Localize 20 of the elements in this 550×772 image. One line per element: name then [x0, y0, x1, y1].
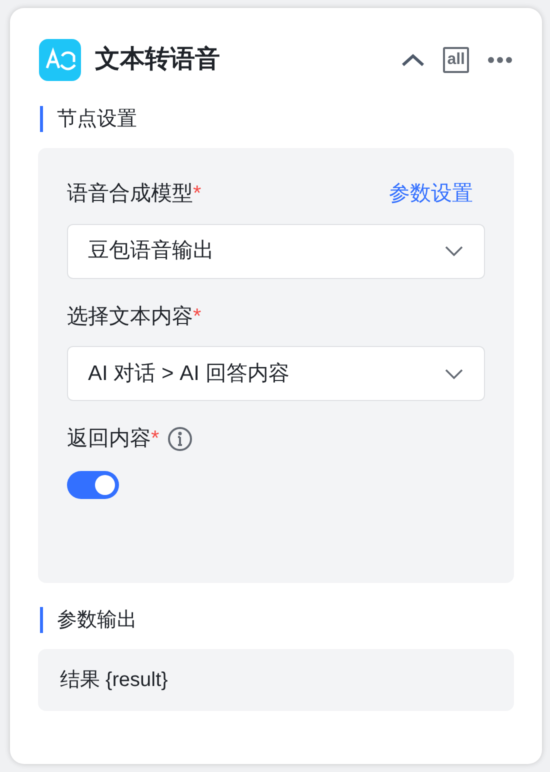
toggle-switch[interactable]	[67, 470, 119, 498]
chevron-down-icon	[444, 245, 464, 257]
output-item: 结果 {result}	[38, 649, 514, 711]
all-toggle[interactable]: all	[443, 47, 469, 73]
logo-icon	[39, 39, 81, 81]
required-asterisk: *	[193, 181, 202, 207]
chevron-down-icon	[444, 368, 464, 380]
field-label: 语音合成模型	[67, 181, 193, 207]
settings-link[interactable]: 参数设置	[389, 178, 473, 210]
select-field[interactable]: 豆包语音输出	[67, 224, 485, 278]
collapse-icon[interactable]	[401, 53, 426, 67]
field-label: 返回内容	[67, 426, 151, 452]
section-heading: 节点设置	[57, 107, 137, 132]
node-title: 文本转语音	[95, 44, 220, 76]
section-heading: 参数输出	[57, 608, 137, 633]
required-asterisk: *	[151, 426, 160, 452]
required-asterisk: *	[193, 304, 202, 330]
field-label: 选择文本内容	[67, 304, 193, 330]
more-icon[interactable]	[487, 56, 513, 64]
select-field[interactable]: AI 对话 > AI 回答内容	[67, 346, 485, 401]
